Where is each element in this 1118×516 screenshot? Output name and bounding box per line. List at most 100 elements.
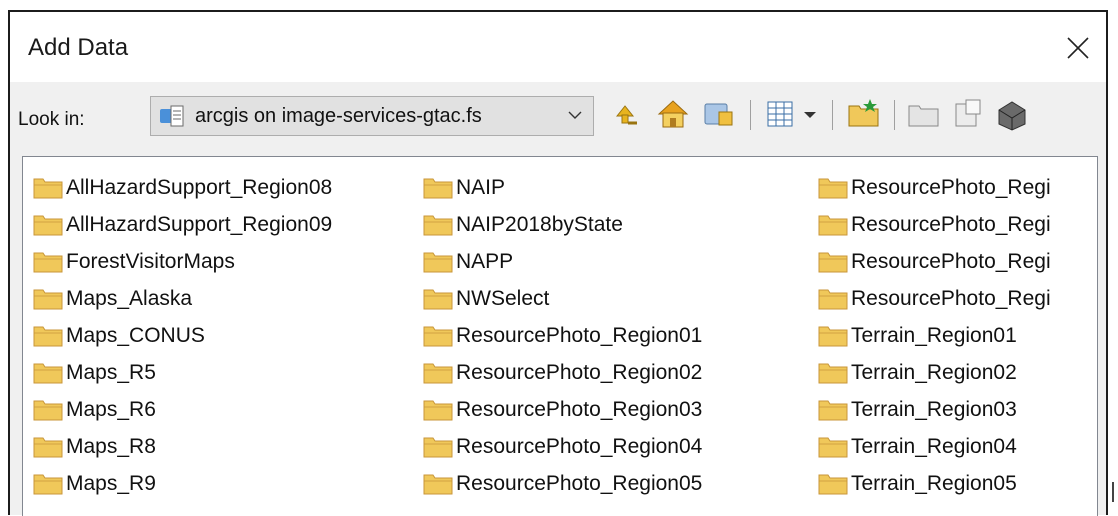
folder-item[interactable]: Maps_Alaska	[33, 280, 332, 317]
folder-label: Terrain_Region04	[851, 434, 1017, 458]
folder-icon	[818, 326, 848, 347]
folder-icon	[423, 215, 453, 236]
toolbar: Look in: arcgis on image-services-gtac.f…	[10, 82, 1106, 152]
folder-item[interactable]: Terrain_Region02	[818, 354, 1051, 391]
folder-icon	[818, 474, 848, 495]
folder-item[interactable]: Maps_R6	[33, 391, 332, 428]
folder-item[interactable]: AllHazardSupport_Region08	[33, 169, 332, 206]
view-dropdown-icon[interactable]	[798, 96, 822, 132]
folder-item[interactable]: Terrain_Region03	[818, 391, 1051, 428]
folder-connect-icon[interactable]	[906, 96, 942, 132]
folder-item[interactable]: Terrain_Region05	[818, 465, 1051, 502]
folder-icon	[818, 178, 848, 199]
folder-item[interactable]: NAIP	[423, 169, 702, 206]
catalog-connect-icon[interactable]	[701, 96, 737, 132]
title-bar: Add Data	[10, 12, 1106, 82]
folder-item[interactable]: Maps_R5	[33, 354, 332, 391]
server-connection-icon	[160, 105, 184, 127]
folder-icon	[33, 326, 63, 347]
toolbar-separator	[832, 100, 833, 130]
folder-label: ResourcePhoto_Regi	[851, 286, 1051, 310]
folder-label: ResourcePhoto_Region01	[456, 323, 703, 347]
folder-list[interactable]: AllHazardSupport_Region08 AllHazardSuppor…	[22, 156, 1098, 516]
folder-icon	[818, 289, 848, 310]
folder-item[interactable]: AllHazardSupport_Region09	[33, 206, 332, 243]
folder-label: Terrain_Region01	[851, 323, 1017, 347]
folder-icon	[33, 437, 63, 458]
folder-label: ResourcePhoto_Region04	[456, 434, 703, 458]
folder-item[interactable]: NAPP	[423, 243, 702, 280]
folder-icon	[423, 326, 453, 347]
folder-item[interactable]: ResourcePhoto_Regi	[818, 243, 1051, 280]
folder-label: Terrain_Region02	[851, 360, 1017, 384]
close-icon[interactable]	[1056, 26, 1100, 70]
folder-label: Maps_R9	[66, 471, 156, 495]
toolbar-separator	[894, 100, 895, 130]
folder-label: ResourcePhoto_Region02	[456, 360, 703, 384]
folder-item[interactable]: ResourcePhoto_Regi	[818, 280, 1051, 317]
folder-label: Terrain_Region05	[851, 471, 1017, 495]
home-icon[interactable]	[655, 96, 691, 132]
folder-icon	[33, 400, 63, 421]
folder-label: NWSelect	[456, 286, 550, 310]
folder-icon	[423, 252, 453, 273]
view-options-icon[interactable]	[762, 96, 798, 132]
folder-icon	[423, 289, 453, 310]
folder-item[interactable]: NAIP2018byState	[423, 206, 702, 243]
folder-icon	[33, 289, 63, 310]
folder-label: Maps_Alaska	[66, 286, 193, 310]
add-data-dialog: Add Data Look in: arcgis on image-servic…	[8, 10, 1108, 516]
folder-item[interactable]: Maps_CONUS	[33, 317, 332, 354]
folder-label: ForestVisitorMaps	[66, 249, 235, 273]
folder-icon	[818, 363, 848, 384]
folder-item[interactable]: Terrain_Region04	[818, 428, 1051, 465]
new-folder-icon[interactable]	[846, 96, 882, 132]
folder-item[interactable]: ResourcePhoto_Region02	[423, 354, 702, 391]
folder-icon	[818, 437, 848, 458]
folder-label: Terrain_Region03	[851, 397, 1017, 421]
chevron-down-icon[interactable]	[567, 107, 583, 123]
folder-item[interactable]: NWSelect	[423, 280, 702, 317]
folder-label: AllHazardSupport_Region08	[66, 175, 333, 199]
folder-label: Maps_R5	[66, 360, 156, 384]
folder-icon	[33, 178, 63, 199]
folder-column-3: ResourcePhoto_Regi ResourcePhoto_Regi Reso…	[818, 169, 1051, 502]
folder-item[interactable]: ResourcePhoto_Region03	[423, 391, 702, 428]
folder-item[interactable]: ResourcePhoto_Regi	[818, 169, 1051, 206]
folder-column-2: NAIP NAIP2018byState NAPP NWSelect ResourceP…	[423, 169, 702, 502]
folder-label: AllHazardSupport_Region09	[66, 212, 333, 236]
folder-icon	[423, 474, 453, 495]
folder-icon	[33, 215, 63, 236]
toolbox-icon[interactable]	[994, 96, 1030, 132]
folder-icon	[423, 437, 453, 458]
dialog-title: Add Data	[28, 34, 129, 61]
folder-icon	[423, 178, 453, 199]
folder-label: ResourcePhoto_Regi	[851, 212, 1051, 236]
folder-icon	[423, 363, 453, 384]
folder-label: ResourcePhoto_Region05	[456, 471, 703, 495]
up-one-level-icon[interactable]	[607, 96, 643, 132]
folder-label: NAIP	[456, 175, 506, 199]
page-edge-mark	[1112, 482, 1118, 502]
new-item-icon[interactable]	[950, 96, 986, 132]
folder-label: NAPP	[456, 249, 514, 273]
folder-item[interactable]: Maps_R8	[33, 428, 332, 465]
folder-icon	[33, 363, 63, 384]
look-in-combobox[interactable]: arcgis on image-services-gtac.fs	[150, 96, 594, 136]
folder-label: NAIP2018byState	[456, 212, 623, 236]
folder-item[interactable]: ResourcePhoto_Region04	[423, 428, 702, 465]
look-in-value: arcgis on image-services-gtac.fs	[195, 105, 482, 127]
folder-item[interactable]: ResourcePhoto_Regi	[818, 206, 1051, 243]
folder-label: ResourcePhoto_Region03	[456, 397, 703, 421]
folder-item[interactable]: Maps_R9	[33, 465, 332, 502]
folder-item[interactable]: ResourcePhoto_Region05	[423, 465, 702, 502]
look-in-label: Look in:	[18, 109, 85, 130]
folder-icon	[423, 400, 453, 421]
toolbar-separator	[750, 100, 751, 130]
folder-item[interactable]: Terrain_Region01	[818, 317, 1051, 354]
folder-icon	[818, 252, 848, 273]
folder-item[interactable]: ResourcePhoto_Region01	[423, 317, 702, 354]
folder-label: Maps_CONUS	[66, 323, 205, 347]
folder-label: Maps_R8	[66, 434, 156, 458]
folder-item[interactable]: ForestVisitorMaps	[33, 243, 332, 280]
